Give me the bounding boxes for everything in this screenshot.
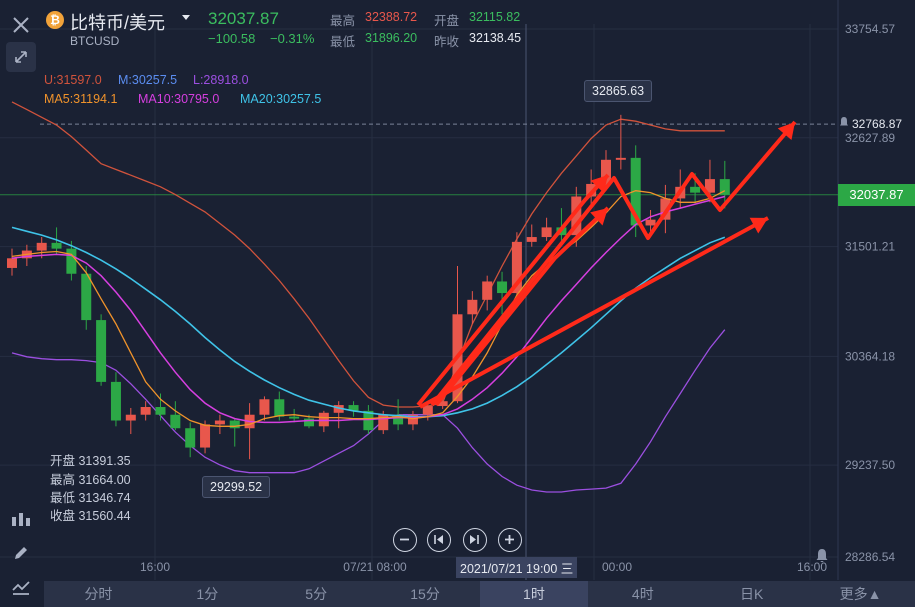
candle-body [185,428,196,448]
indicator-icon[interactable] [6,505,36,535]
candle-body [289,416,300,419]
x-tick-label: 07/21 08:00 [343,560,407,574]
candle-body [125,414,136,421]
boll-upper-legend: U:31597.0 [44,73,102,87]
bell-icon[interactable] [838,115,850,127]
candle-body [200,424,211,448]
open-label: 开盘 [434,14,460,28]
candle-body [110,381,121,421]
y-tick-label: 31501.21 [845,240,895,254]
bitcoin-icon: ₿ [46,11,64,29]
x-tick-label: 00:00 [602,560,632,574]
y-tick-label: 33754.57 [845,22,895,36]
candle-body [96,320,107,382]
y-tick-label: 30364.18 [845,349,895,363]
candle-body [7,258,17,268]
zoom-in-button[interactable] [498,528,522,552]
zoom-out-button[interactable] [393,528,417,552]
candle-body [615,157,626,160]
candle-body [66,248,77,274]
draw-pencil-icon[interactable] [6,538,36,568]
candle-body [81,273,92,321]
ma20-legend: MA20:30257.5 [240,92,322,106]
candle-body [140,406,151,415]
close-icon[interactable] [6,10,36,40]
min-price-callout: 29299.52 [202,476,271,498]
x-tick-label: 16:00 [140,560,170,574]
candle-body [690,186,701,193]
symbol-code: BTCUSD [70,34,120,48]
low-value: 31896.20 [365,31,418,45]
crosshair-time-label: 2021/07/21 19:00 三 [456,557,578,578]
candle-body [214,420,225,425]
tab-timeline[interactable]: 分时 [44,581,153,607]
ma5-legend: MA5:31194.1 [44,92,118,106]
low-label: 最低 [330,35,356,49]
candle-body [229,420,240,429]
y-tick-label: 28286.54 [845,550,895,564]
candle-body [36,242,47,251]
boll-mid-legend: M:30257.5 [118,73,178,87]
chart-type-icon[interactable] [6,572,36,602]
y-tick-label: 32627.89 [845,131,895,145]
ohlc-high: 最高 31664.00 [50,473,131,487]
tab-daily[interactable]: 日K [697,581,806,607]
price-change-pct: −0.31% [270,31,315,46]
candle-body [645,219,656,226]
tab-more[interactable]: 更多▲ [806,581,915,607]
alarm-bell-icon[interactable] [814,548,830,564]
tab-5min[interactable]: 5分 [262,581,371,607]
price-change: −100.58 [208,31,256,46]
candle-body [482,281,493,300]
tab-4hour[interactable]: 4时 [588,581,697,607]
candle-body [259,399,270,415]
tab-1hour[interactable]: 1时 [479,581,589,607]
ohlc-close: 收盘 31560.44 [50,509,131,523]
last-price-tag: 32037.87 [838,184,915,206]
high-label: 最高 [330,14,356,28]
scroll-start-button[interactable] [427,528,451,552]
tab-15min[interactable]: 15分 [371,581,480,607]
candle-body [422,406,433,415]
high-value: 32388.72 [365,10,418,24]
candle-body [541,227,552,238]
ohlc-open: 开盘 31391.35 [50,454,131,468]
chevron-down-icon[interactable] [182,15,190,20]
ohlc-low: 最低 31346.74 [50,491,131,505]
boll-lower-legend: L:28918.0 [193,73,249,87]
tab-1min[interactable]: 1分 [153,581,262,607]
candle-body [318,412,329,427]
scroll-end-button[interactable] [463,528,487,552]
candle-body [526,237,537,242]
timeframe-tabbar: 分时 1分 5分 15分 1时 4时 日K 更多▲ [44,581,915,607]
candle-body [170,414,181,429]
last-price: 32037.87 [208,9,279,28]
candle-body [304,418,314,427]
alert-price-label: 32768.87 [852,117,903,131]
prev-close-value: 32138.45 [469,31,522,45]
y-tick-label: 29237.50 [845,458,895,472]
candle-body [155,406,166,415]
collapse-icon[interactable] [6,42,36,72]
candle-body [467,299,478,315]
prev-close-label: 昨收 [434,35,460,49]
candle-body [51,242,62,249]
page-title[interactable]: 比特币/美元 [70,9,165,35]
ma10-legend: MA10:30795.0 [138,92,220,106]
open-value: 32115.82 [469,10,521,24]
candle-body [497,281,508,294]
max-price-callout: 32865.63 [584,80,653,102]
candle-body [274,399,285,417]
